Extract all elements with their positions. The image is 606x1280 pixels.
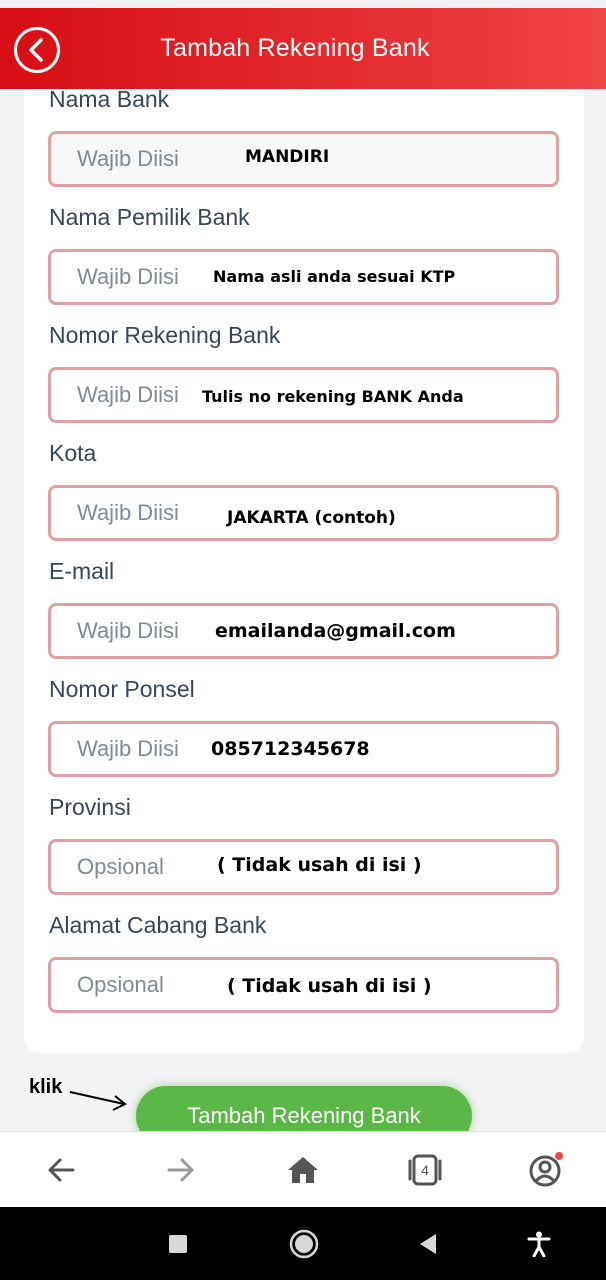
accessibility-button[interactable] — [509, 1207, 569, 1280]
nav-back-button[interactable] — [26, 1132, 96, 1208]
nomor-rekening-input[interactable]: Wajib Diisi Tulis no rekening BANK Anda — [48, 367, 559, 423]
system-nav-bar — [0, 1207, 606, 1280]
alamat-cabang-label: Alamat Cabang Bank — [49, 912, 267, 938]
nama-pemilik-placeholder: Wajib Diisi — [77, 264, 179, 289]
kota-input[interactable]: Wajib Diisi JAKARTA (contoh) — [48, 485, 559, 541]
nav-profile-button[interactable] — [511, 1132, 581, 1208]
status-strip — [0, 0, 606, 8]
profile-icon — [529, 1152, 563, 1187]
nomor-rekening-annotation: Tulis no rekening BANK Anda — [202, 387, 464, 406]
system-back-button[interactable] — [398, 1207, 458, 1280]
provinsi-annotation: ( Tidak usah di isi ) — [217, 854, 422, 876]
alamat-cabang-placeholder: Opsional — [77, 972, 164, 997]
recents-square-icon — [169, 1234, 187, 1253]
accessibility-icon — [527, 1231, 551, 1257]
recents-button[interactable] — [148, 1207, 208, 1280]
nomor-rekening-label: Nomor Rekening Bank — [49, 322, 281, 348]
nama-pemilik-annotation: Nama asli anda sesuai KTP — [213, 267, 456, 286]
home-icon — [288, 1157, 318, 1183]
alamat-cabang-annotation: ( Tidak usah di isi ) — [227, 975, 432, 997]
browser-bottom-nav: 4 — [0, 1131, 606, 1207]
nomor-ponsel-label: Nomor Ponsel — [49, 676, 195, 702]
app-header: Tambah Rekening Bank — [0, 8, 606, 89]
system-home-button[interactable] — [274, 1207, 334, 1280]
provinsi-label: Provinsi — [49, 794, 131, 820]
nomor-ponsel-annotation: 085712345678 — [211, 738, 370, 760]
back-button[interactable] — [14, 27, 60, 73]
nama-bank-input[interactable]: Wajib Diisi MANDIRI — [48, 131, 559, 187]
chevron-left-icon — [29, 38, 43, 62]
klik-annotation: klik — [29, 1076, 63, 1098]
nomor-ponsel-input[interactable]: Wajib Diisi 085712345678 — [48, 721, 559, 777]
nav-forward-button[interactable] — [146, 1132, 216, 1208]
email-annotation: emailanda@gmail.com — [215, 620, 456, 642]
nama-bank-annotation: MANDIRI — [245, 147, 330, 167]
nomor-rekening-placeholder: Wajib Diisi — [77, 382, 179, 407]
back-triangle-icon — [420, 1233, 436, 1254]
tabs-count: 4 — [421, 1162, 429, 1178]
kota-annotation: JAKARTA (contoh) — [227, 508, 396, 528]
provinsi-placeholder: Opsional — [77, 854, 164, 879]
nama-pemilik-label: Nama Pemilik Bank — [49, 204, 250, 230]
nomor-ponsel-placeholder: Wajib Diisi — [77, 736, 179, 761]
email-label: E-mail — [49, 558, 115, 584]
nama-bank-placeholder: Wajib Diisi — [77, 146, 179, 171]
nav-tabs-button[interactable]: 4 — [390, 1132, 460, 1208]
alamat-cabang-input[interactable]: Opsional ( Tidak usah di isi ) — [48, 957, 559, 1013]
back-arrow-icon — [48, 1158, 75, 1182]
page-title: Tambah Rekening Bank — [160, 34, 430, 62]
kota-placeholder: Wajib Diisi — [77, 500, 179, 525]
email-input[interactable]: Wajib Diisi emailanda@gmail.com — [48, 603, 559, 659]
kota-label: Kota — [49, 440, 97, 466]
nav-home-button[interactable] — [268, 1132, 338, 1208]
provinsi-input[interactable]: Opsional ( Tidak usah di isi ) — [48, 839, 559, 895]
nama-pemilik-input[interactable]: Wajib Diisi Nama asli anda sesuai KTP — [48, 249, 559, 305]
email-placeholder: Wajib Diisi — [77, 618, 179, 643]
nama-bank-label: Nama Bank — [49, 86, 170, 112]
home-circle-icon — [289, 1229, 319, 1258]
forward-arrow-icon — [167, 1158, 194, 1182]
annotation-arrow-icon — [69, 1091, 127, 1111]
